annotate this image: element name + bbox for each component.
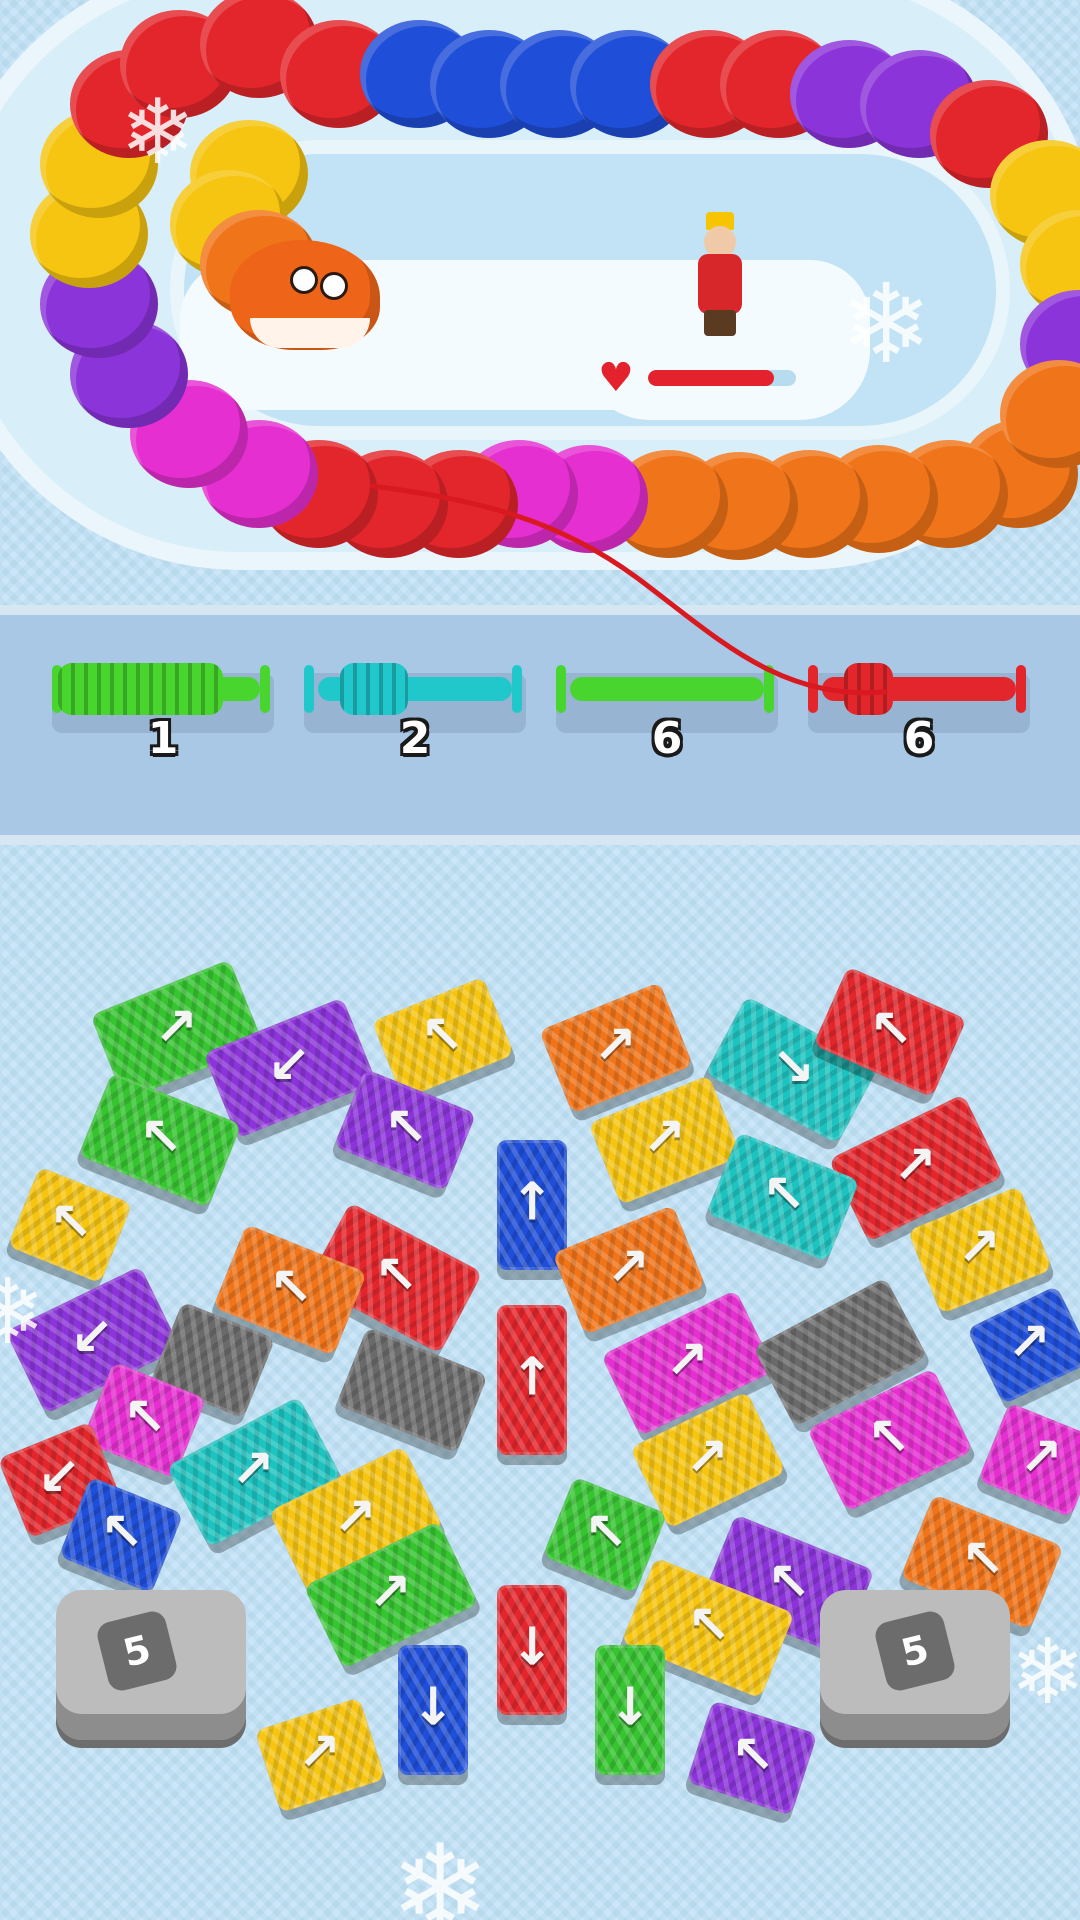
arrow-up-left-icon: ↖ (731, 1725, 775, 1786)
arrow-up-right-icon: ↗ (1019, 1427, 1063, 1488)
spool-yarn-coil (340, 663, 408, 715)
arrow-up-icon: ↑ (510, 1172, 554, 1233)
spool-cap (808, 665, 818, 713)
arrow-up-left-icon: ↖ (49, 1192, 93, 1253)
snowflake-icon: ❄ (0, 1260, 46, 1365)
arrow-up-right-icon: ↗ (642, 1107, 686, 1168)
knit-block-magenta[interactable]: ↗ (977, 1402, 1080, 1518)
spool-4[interactable]: 6 (808, 633, 1030, 764)
knit-block-gray[interactable] (335, 1326, 489, 1454)
arrow-down-right-icon: ↘ (771, 1037, 816, 1098)
arrow-down-left-icon: ↙ (70, 1307, 114, 1368)
arrow-up-right-icon: ↗ (154, 997, 198, 1058)
knit-block-purple[interactable]: ↖ (686, 1700, 818, 1816)
block-counter-right[interactable]: 5 (820, 1590, 1010, 1740)
arrow-up-left-icon: ↖ (961, 1529, 1005, 1590)
arrow-down-icon: ↓ (608, 1677, 652, 1738)
arrow-up-left-icon: ↖ (374, 1245, 419, 1306)
heart-icon: ♥ (598, 355, 634, 401)
dragon-jaw (250, 318, 370, 348)
spool-1[interactable]: 1 (52, 633, 274, 764)
spool-count: 6 (903, 713, 935, 764)
spool-cap (304, 665, 314, 713)
snowflake-icon: ❄ (840, 260, 933, 388)
arrow-up-right-icon: ↗ (1007, 1312, 1051, 1373)
arrow-up-right-icon: ↗ (593, 1015, 637, 1076)
arrow-up-left-icon: ↖ (100, 1502, 144, 1563)
arrow-up-right-icon: ↗ (230, 1439, 275, 1500)
arrow-up-right-icon: ↗ (297, 1722, 341, 1783)
spool-cap (260, 665, 270, 713)
counter-label: 5 (118, 1626, 156, 1676)
arrow-up-left-icon: ↖ (584, 1502, 628, 1563)
knit-block-green[interactable]: ↖ (78, 1072, 242, 1208)
health-bar-fill (648, 370, 774, 386)
arrow-up-right-icon: ↗ (368, 1562, 412, 1623)
arrow-up-left-icon: ↖ (867, 1407, 911, 1468)
arrow-up-right-icon: ↗ (685, 1427, 729, 1488)
dragon-eye (320, 272, 348, 300)
arrow-up-left-icon: ↖ (869, 999, 913, 1060)
arrow-up-left-icon: ↖ (384, 1097, 428, 1158)
knit-block-blue[interactable]: ↑ (497, 1140, 567, 1270)
arrow-up-right-icon: ↗ (665, 1330, 709, 1391)
counter-face: 5 (94, 1608, 180, 1694)
arrow-up-left-icon: ↖ (139, 1107, 183, 1168)
character-body (698, 254, 742, 314)
arrow-up-right-icon: ↗ (893, 1135, 937, 1196)
dragon-eye (290, 266, 318, 294)
spool-cap (1016, 665, 1026, 713)
spool-yarn-coil (58, 663, 223, 715)
arrow-up-right-icon: ↗ (333, 1487, 377, 1548)
knit-block-blue[interactable]: ↗ (966, 1285, 1080, 1405)
knit-block-red[interactable]: ↓ (497, 1585, 567, 1715)
spool-count: 2 (399, 713, 431, 764)
arrow-down-icon: ↓ (510, 1617, 554, 1678)
spool-cap (556, 665, 566, 713)
counter-label: 5 (896, 1626, 934, 1676)
counter-face: 5 (872, 1608, 958, 1694)
knit-block-yellow[interactable]: ↗ (254, 1697, 386, 1813)
knit-block-blue[interactable]: ↓ (398, 1645, 468, 1775)
spool-count: 1 (147, 713, 179, 764)
arrow-down-left-icon: ↙ (267, 1035, 311, 1096)
arrow-up-right-icon: ↗ (606, 1237, 650, 1298)
block-counter-left[interactable]: 5 (56, 1590, 246, 1740)
spool-cap (512, 665, 522, 713)
spool-2[interactable]: 2 (304, 633, 526, 764)
knit-block-red[interactable]: ↑ (497, 1305, 567, 1455)
game-stage: ♥ 1266 ↗ ↙ ↖ ↗ ↘ ↖ ↖ ↖ ↑ ↗ ↗ ↖ ↖ ↖ ↗ ↖ ↗ ↙ ↑ ↗ ↗ ↖ ↗ ↗ ↗ ↖ ↙ ↖ ↗ ↖ ↖ ↖ ↗… (0, 0, 1080, 1920)
king-character (690, 210, 750, 340)
spool-3[interactable]: 6 (556, 633, 778, 764)
arrow-up-left-icon: ↖ (123, 1387, 167, 1448)
snowflake-icon: ❄ (120, 80, 196, 185)
arrow-up-left-icon: ↖ (420, 1005, 464, 1066)
arrow-up-right-icon: ↗ (957, 1217, 1001, 1278)
character-legs (704, 310, 736, 336)
knit-block-green[interactable]: ↓ (595, 1645, 665, 1775)
spool-cap (764, 665, 774, 713)
spool-count: 6 (651, 713, 683, 764)
arrow-up-left-icon: ↖ (762, 1164, 806, 1225)
arrow-up-left-icon: ↖ (269, 1257, 313, 1318)
arrow-down-icon: ↓ (411, 1677, 455, 1738)
arrow-up-left-icon: ↖ (687, 1595, 731, 1656)
snowflake-icon: ❄ (390, 1820, 491, 1920)
health-bar (648, 370, 796, 386)
arrow-up-icon: ↑ (510, 1347, 554, 1408)
snowflake-icon: ❄ (1010, 1620, 1080, 1725)
spool-yarn-coil (844, 663, 893, 715)
spool-rod (570, 677, 764, 701)
